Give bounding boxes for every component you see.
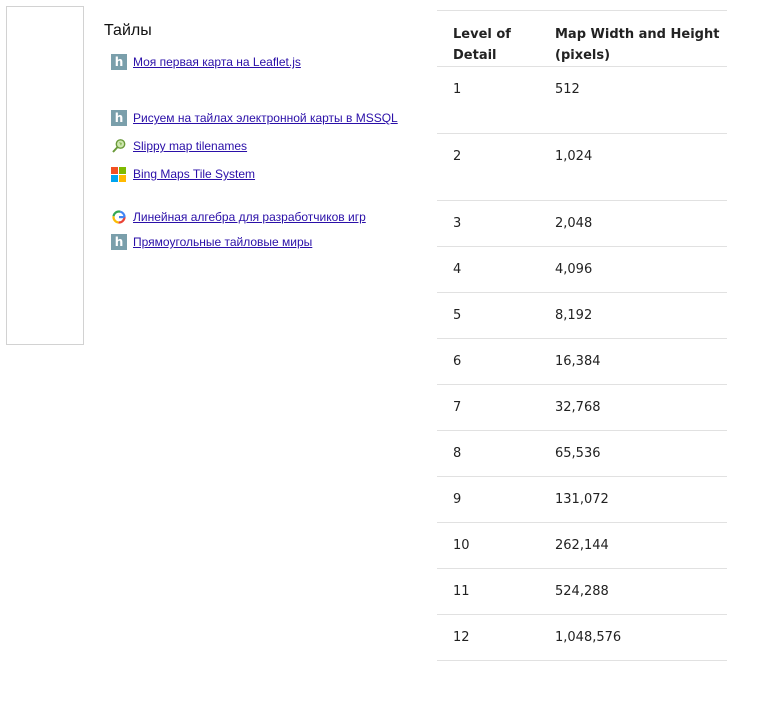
cell-level: 8 (437, 430, 539, 477)
cell-level: 5 (437, 292, 539, 339)
link-slippy-map[interactable]: Slippy map tilenames (133, 139, 247, 153)
cell-level: 4 (437, 246, 539, 293)
osm-wiki-icon (111, 138, 127, 154)
cell-size: 1,024 (539, 133, 727, 201)
cell-size: 131,072 (539, 476, 727, 523)
cell-size: 512 (539, 66, 727, 134)
cell-size: 32,768 (539, 384, 727, 431)
column-header-level: Level of Detail (437, 10, 539, 67)
table-row: 6 16,384 (437, 338, 727, 385)
cell-size: 16,384 (539, 338, 727, 385)
left-sidebar-box (6, 6, 84, 345)
link-bing-tiles[interactable]: Bing Maps Tile System (133, 167, 255, 181)
table-row: 11 524,288 (437, 568, 727, 615)
cell-size: 262,144 (539, 522, 727, 569)
cell-level: 12 (437, 614, 539, 661)
link-item-mssql[interactable]: h Рисуем на тайлах электронной карты в M… (111, 110, 398, 126)
table-row: 3 2,048 (437, 200, 727, 247)
table-header-row: Level of Detail Map Width and Height (pi… (437, 10, 727, 67)
table-row: 10 262,144 (437, 522, 727, 569)
link-leaflet[interactable]: Моя первая карта на Leaflet.js (133, 55, 301, 69)
link-linear-algebra[interactable]: Линейная алгебра для разработчиков игр (133, 210, 366, 224)
section-heading: Тайлы (104, 22, 152, 39)
link-item-bing[interactable]: Bing Maps Tile System (111, 166, 255, 182)
column-header-size: Map Width and Height (pixels) (539, 10, 727, 67)
level-of-detail-table: Level of Detail Map Width and Height (pi… (437, 10, 727, 661)
link-rect-tile-worlds[interactable]: Прямоугольные тайловые миры (133, 235, 312, 249)
table-row: 7 32,768 (437, 384, 727, 431)
table-row: 8 65,536 (437, 430, 727, 477)
cell-level: 3 (437, 200, 539, 247)
cell-level: 10 (437, 522, 539, 569)
cell-level: 9 (437, 476, 539, 523)
link-item-linear-algebra[interactable]: Линейная алгебра для разработчиков игр (111, 209, 366, 225)
table-row: 4 4,096 (437, 246, 727, 293)
link-item-rect-worlds[interactable]: h Прямоугольные тайловые миры (111, 234, 312, 250)
link-mssql-tiles[interactable]: Рисуем на тайлах электронной карты в MSS… (133, 111, 398, 125)
table-row: 2 1,024 (437, 133, 727, 201)
cell-level: 7 (437, 384, 539, 431)
cell-size: 2,048 (539, 200, 727, 247)
cell-size: 1,048,576 (539, 614, 727, 661)
table-row: 5 8,192 (437, 292, 727, 339)
microsoft-icon (111, 166, 127, 182)
google-icon (111, 209, 127, 225)
table-row: 12 1,048,576 (437, 614, 727, 661)
cell-level: 2 (437, 133, 539, 201)
cell-size: 65,536 (539, 430, 727, 477)
cell-level: 6 (437, 338, 539, 385)
cell-size: 8,192 (539, 292, 727, 339)
cell-size: 4,096 (539, 246, 727, 293)
habr-icon: h (111, 110, 127, 126)
table-row: 9 131,072 (437, 476, 727, 523)
cell-level: 11 (437, 568, 539, 615)
cell-size: 524,288 (539, 568, 727, 615)
cell-level: 1 (437, 66, 539, 134)
table-row: 1 512 (437, 66, 727, 134)
link-item-leaflet[interactable]: h Моя первая карта на Leaflet.js (111, 54, 301, 70)
link-item-slippy[interactable]: Slippy map tilenames (111, 138, 247, 154)
habr-icon: h (111, 234, 127, 250)
habr-icon: h (111, 54, 127, 70)
